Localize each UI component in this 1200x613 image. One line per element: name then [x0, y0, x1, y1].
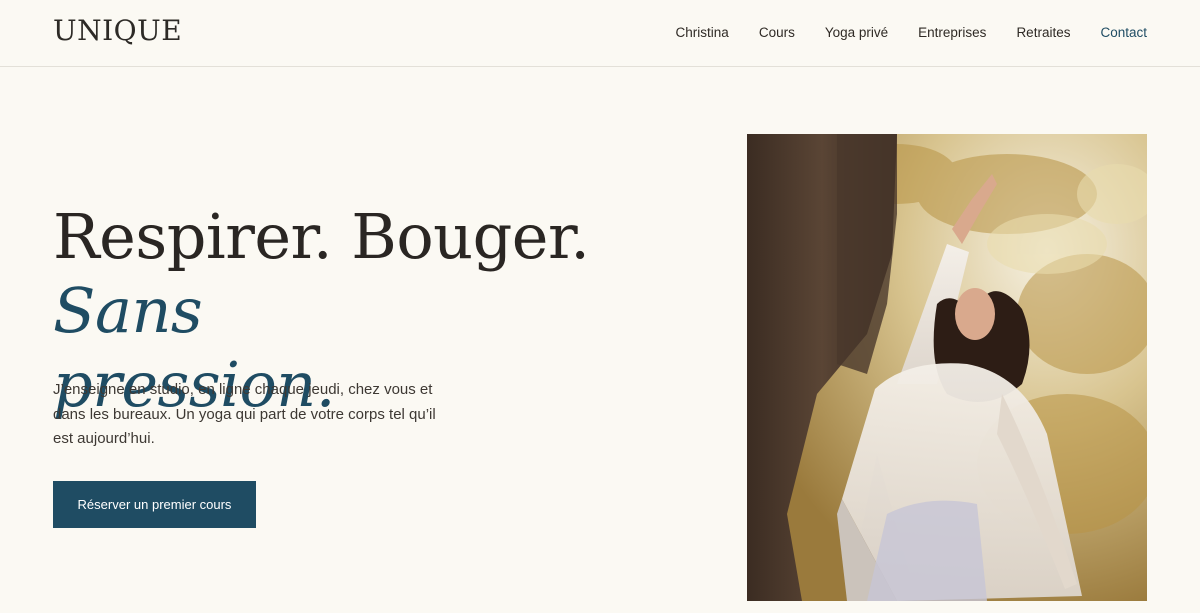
nav-link-retraites[interactable]: Retraites	[1016, 24, 1070, 42]
book-first-class-button[interactable]: Réserver un premier cours	[53, 481, 256, 528]
headline-accent-sans: Sans	[53, 274, 203, 347]
nav-link-entreprises[interactable]: Entreprises	[918, 24, 986, 42]
hero-photo-yoga-woman	[747, 134, 1147, 601]
nav-link-yoga-prive[interactable]: Yoga privé	[825, 24, 888, 42]
nav-link-contact[interactable]: Contact	[1100, 24, 1147, 42]
nav-link-christina[interactable]: Christina	[676, 24, 729, 42]
hero-description: J’enseigne en studio, en ligne chaque je…	[53, 381, 436, 447]
main-nav: Christina Cours Yoga privé Entreprises R…	[646, 24, 1147, 42]
site-header: UNIQUE Christina Cours Yoga privé Entrep…	[0, 0, 1200, 67]
photo-illustration	[747, 134, 1147, 601]
site-logo[interactable]: UNIQUE	[53, 14, 182, 47]
headline-plain: Respirer. Bouger.	[53, 200, 590, 273]
nav-link-cours[interactable]: Cours	[759, 24, 795, 42]
